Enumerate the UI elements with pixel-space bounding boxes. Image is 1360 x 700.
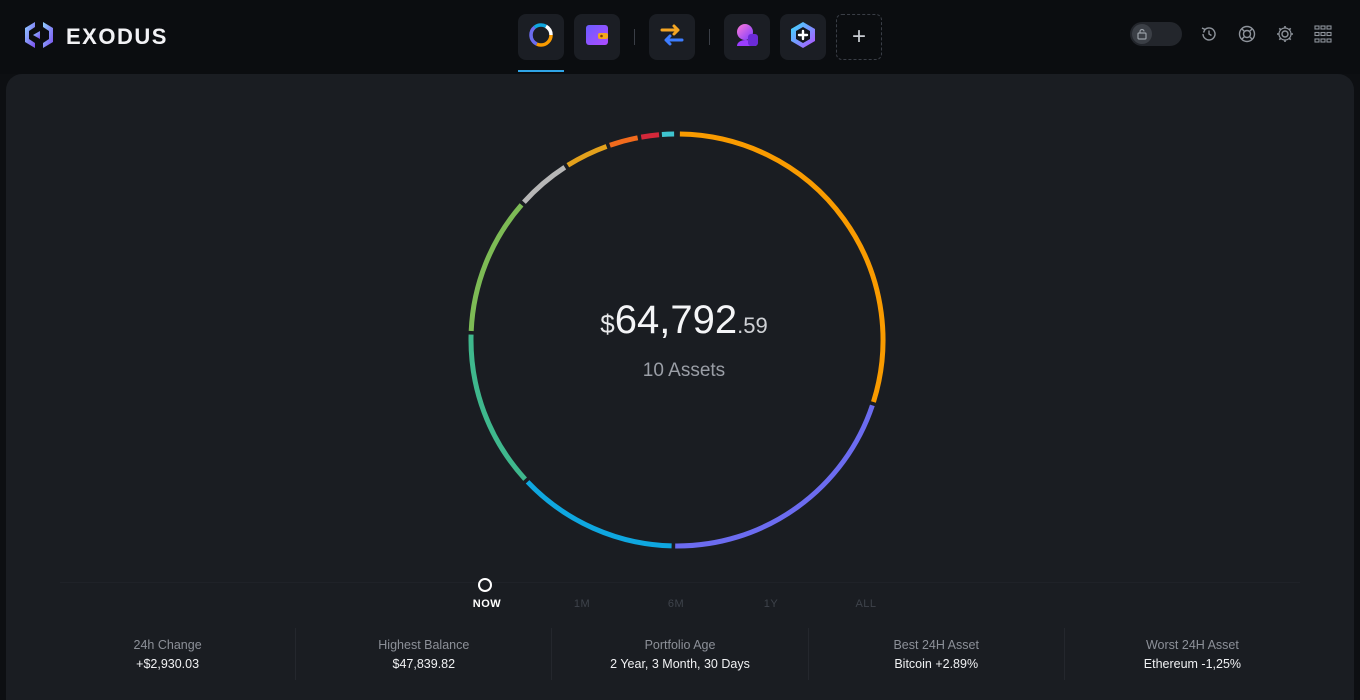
wallet-icon xyxy=(583,22,611,53)
allocation-segment[interactable] xyxy=(468,334,527,481)
timeline-marker[interactable] xyxy=(478,578,492,592)
portfolio-balance: $64,792.59 xyxy=(474,298,894,343)
stat-worst-asset: Worst 24H Asset Ethereum -1,25% xyxy=(1065,628,1320,680)
timeline-now[interactable]: NOW xyxy=(473,598,501,610)
main-nav: + xyxy=(518,12,882,72)
top-bar: EXODUS + xyxy=(0,0,1360,74)
add-app-button[interactable]: + xyxy=(836,14,882,60)
exodus-logo[interactable]: EXODUS xyxy=(22,20,168,54)
support-icon[interactable] xyxy=(1236,23,1258,45)
lock-icon xyxy=(1132,24,1152,44)
exchange-arrows-icon xyxy=(658,22,686,53)
timeline-6m[interactable]: 6M xyxy=(668,598,684,610)
portfolio-ring-icon xyxy=(527,21,555,54)
timeline-1y[interactable]: 1Y xyxy=(764,598,778,610)
stat-label: Worst 24H Asset xyxy=(1145,638,1239,652)
stat-label: Highest Balance xyxy=(378,638,470,652)
header-tools xyxy=(1130,22,1334,46)
allocation-segment[interactable] xyxy=(525,480,672,549)
timeline-all[interactable]: ALL xyxy=(855,598,876,610)
timeline-track xyxy=(60,582,1300,583)
app-profile-icon xyxy=(732,20,762,55)
portfolio-stats: 24h Change +$2,930.03 Highest Balance $4… xyxy=(40,628,1320,680)
assets-count: 10 Assets xyxy=(642,360,726,381)
history-icon[interactable] xyxy=(1198,23,1220,45)
nav-exchange-button[interactable] xyxy=(649,14,695,60)
nav-separator xyxy=(709,29,710,45)
allocation-segment[interactable] xyxy=(661,131,675,138)
stat-value: +$2,930.03 xyxy=(136,657,200,671)
allocation-segment[interactable] xyxy=(522,165,567,204)
allocation-segment[interactable] xyxy=(609,135,639,148)
timeline-1m[interactable]: 1M xyxy=(574,598,590,610)
allocation-segment[interactable] xyxy=(566,144,608,168)
settings-icon[interactable] xyxy=(1274,23,1296,45)
stat-portfolio-age: Portfolio Age 2 Year, 3 Month, 30 Days xyxy=(552,628,809,680)
plus-icon: + xyxy=(851,23,866,50)
balance-main: 64,792 xyxy=(614,298,738,342)
nav-separator xyxy=(634,29,635,45)
apps-grid-icon[interactable] xyxy=(1312,23,1334,45)
nav-portfolio-button[interactable] xyxy=(518,14,564,72)
stat-value: Bitcoin +2.89% xyxy=(894,657,979,671)
stat-label: 24h Change xyxy=(133,638,202,652)
brand-name: EXODUS xyxy=(66,24,168,49)
timeline-selector: NOW 1M 6M 1Y ALL xyxy=(0,570,1360,620)
app-hexagon-plus-icon xyxy=(788,20,818,55)
stat-label: Portfolio Age xyxy=(644,638,716,652)
stat-best-asset: Best 24H Asset Bitcoin +2.89% xyxy=(809,628,1065,680)
stat-label: Best 24H Asset xyxy=(893,638,979,652)
stat-value: 2 Year, 3 Month, 30 Days xyxy=(610,657,750,671)
nav-app-hexagon-button[interactable] xyxy=(780,14,826,60)
currency-symbol: $ xyxy=(600,309,615,339)
stat-value: $47,839.82 xyxy=(392,657,456,671)
balance-cents: .59 xyxy=(737,313,768,338)
stat-24h-change: 24h Change +$2,930.03 xyxy=(40,628,297,680)
stat-value: Ethereum -1,25% xyxy=(1143,657,1242,671)
allocation-segment[interactable] xyxy=(675,404,875,549)
nav-app-profile-button[interactable] xyxy=(724,14,770,60)
lock-toggle[interactable] xyxy=(1130,22,1182,46)
allocation-segment[interactable] xyxy=(640,132,660,140)
exodus-logo-icon xyxy=(22,20,56,55)
stat-highest-balance: Highest Balance $47,839.82 xyxy=(296,628,553,680)
nav-wallet-button[interactable] xyxy=(574,14,620,60)
